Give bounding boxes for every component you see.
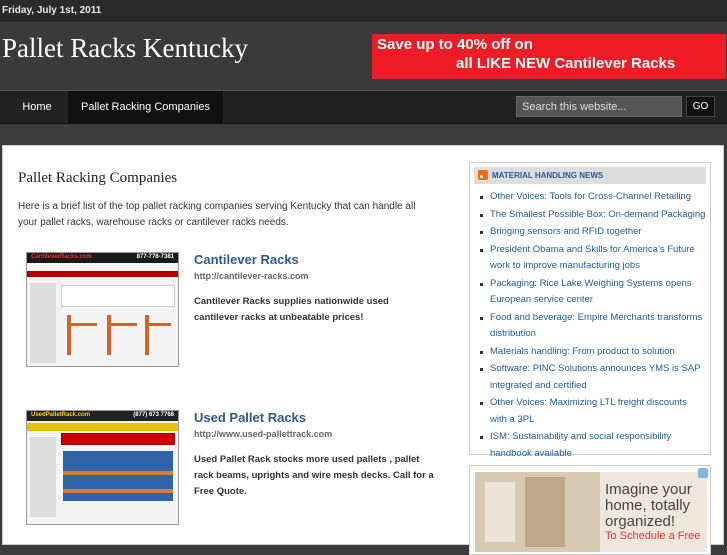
thumb-phone: 877-778-7381: [136, 254, 174, 260]
main-nav: Home Pallet Racking Companies Search thi…: [0, 90, 727, 124]
thumb-site-name: UsedPalletRack.com: [31, 412, 91, 418]
ad-image-cabinet: [525, 477, 565, 547]
promo-banner[interactable]: Save up to 40% off on all LIKE NEW Canti…: [372, 34, 726, 79]
ad-cta[interactable]: To Schedule a Free: [605, 530, 700, 542]
content-area: Pallet Racking Companies Here is a brief…: [2, 145, 724, 555]
nav-item-home[interactable]: Home: [8, 91, 66, 123]
intro-text: Here is a brief list of the top pallet r…: [18, 201, 416, 228]
company-description: Cantilever Racks supplies nationwide use…: [194, 296, 389, 323]
thumb-promo-box: [61, 433, 175, 445]
search-go-button[interactable]: GO: [686, 96, 715, 117]
thumb-nav-strip: [27, 271, 178, 277]
company-url: http://cantilever-racks.com: [194, 271, 309, 281]
news-list: Other Voices: Tools for Cross-Channel Re…: [478, 189, 706, 463]
ad-image-shelf: [485, 482, 515, 542]
thumb-rack-photo: [63, 451, 173, 501]
news-item[interactable]: President Obama and Skills for America’s…: [478, 242, 706, 275]
search-input[interactable]: Search this website...: [516, 96, 682, 117]
ad-widget[interactable]: Imagine your home, totally organized! To…: [469, 465, 711, 555]
site-header: Pallet Racks Kentucky Save up to 40% off…: [0, 23, 727, 90]
site-title[interactable]: Pallet Racks Kentucky: [2, 33, 248, 64]
company-title[interactable]: Cantilever Racks: [194, 252, 299, 267]
thumb-rack-post: [67, 315, 71, 355]
nav-item-pallet-racking-companies[interactable]: Pallet Racking Companies: [68, 91, 223, 123]
thumb-phone: (877) 673 7768: [133, 412, 174, 418]
news-item[interactable]: Materials handling: From product to solu…: [478, 344, 706, 361]
thumb-rack-arm: [107, 323, 137, 326]
thumb-rack-beam: [63, 471, 173, 475]
news-item[interactable]: Other Voices: Tools for Cross-Channel Re…: [478, 189, 706, 206]
news-item[interactable]: ISM: Sustainability and social responsib…: [478, 429, 706, 462]
ad-headline: Imagine your home, totally organized!: [605, 481, 692, 530]
company-description: Used Pallet Rack stocks more used pallet…: [194, 454, 434, 497]
ad-image: [475, 472, 601, 552]
company-title[interactable]: Used Pallet Racks: [194, 410, 306, 425]
top-bar: Friday, July 1st, 2011: [0, 0, 727, 23]
news-item[interactable]: Packaging: Rice Lake Weighing Systems op…: [478, 276, 706, 309]
news-item[interactable]: Bringing sensors and RFID together: [478, 224, 706, 241]
current-date: Friday, July 1st, 2011: [2, 5, 102, 16]
page-title: Pallet Racking Companies: [18, 170, 178, 186]
news-item[interactable]: The Smallest Possible Box: On-demand Pac…: [478, 207, 706, 224]
thumb-rack-arm: [145, 323, 171, 326]
thumb-promo-box: [61, 285, 175, 307]
news-item[interactable]: Software: PINC Solutions announces YMS i…: [478, 361, 706, 394]
news-widget: MATERIAL HANDLING NEWS Other Voices: Too…: [469, 162, 711, 459]
thumb-rack-arm: [67, 323, 97, 326]
ad-choices-icon[interactable]: [698, 468, 708, 478]
company-thumbnail[interactable]: CantileverRacks.com 877-778-7381: [26, 252, 179, 367]
thumb-rack-post: [107, 315, 111, 355]
banner-line-1: Save up to 40% off on: [377, 36, 533, 53]
news-item[interactable]: Other Voices: Maximizing LTL freight dis…: [478, 395, 706, 428]
thumb-site-name: CantileverRacks.com: [31, 254, 92, 260]
news-widget-title[interactable]: MATERIAL HANDLING NEWS: [492, 171, 603, 180]
thumb-rack-beam: [63, 489, 173, 493]
news-item[interactable]: Food and beverage: Empire Merchants tran…: [478, 310, 706, 343]
ad-text-panel: Imagine your home, totally organized! To…: [600, 472, 707, 552]
thumb-sidebar: [30, 437, 56, 517]
company-thumbnail[interactable]: UsedPalletRack.com (877) 673 7768: [26, 410, 179, 525]
rss-icon[interactable]: [478, 170, 488, 180]
thumb-rack-post: [145, 315, 149, 355]
thumb-nav-strip: [27, 423, 178, 431]
banner-line-2: all LIKE NEW Cantilever Racks: [456, 55, 676, 72]
thumb-sidebar: [30, 283, 56, 363]
company-url: http://www.used-pallettrack.com: [194, 429, 333, 439]
news-widget-header: MATERIAL HANDLING NEWS: [474, 167, 706, 184]
